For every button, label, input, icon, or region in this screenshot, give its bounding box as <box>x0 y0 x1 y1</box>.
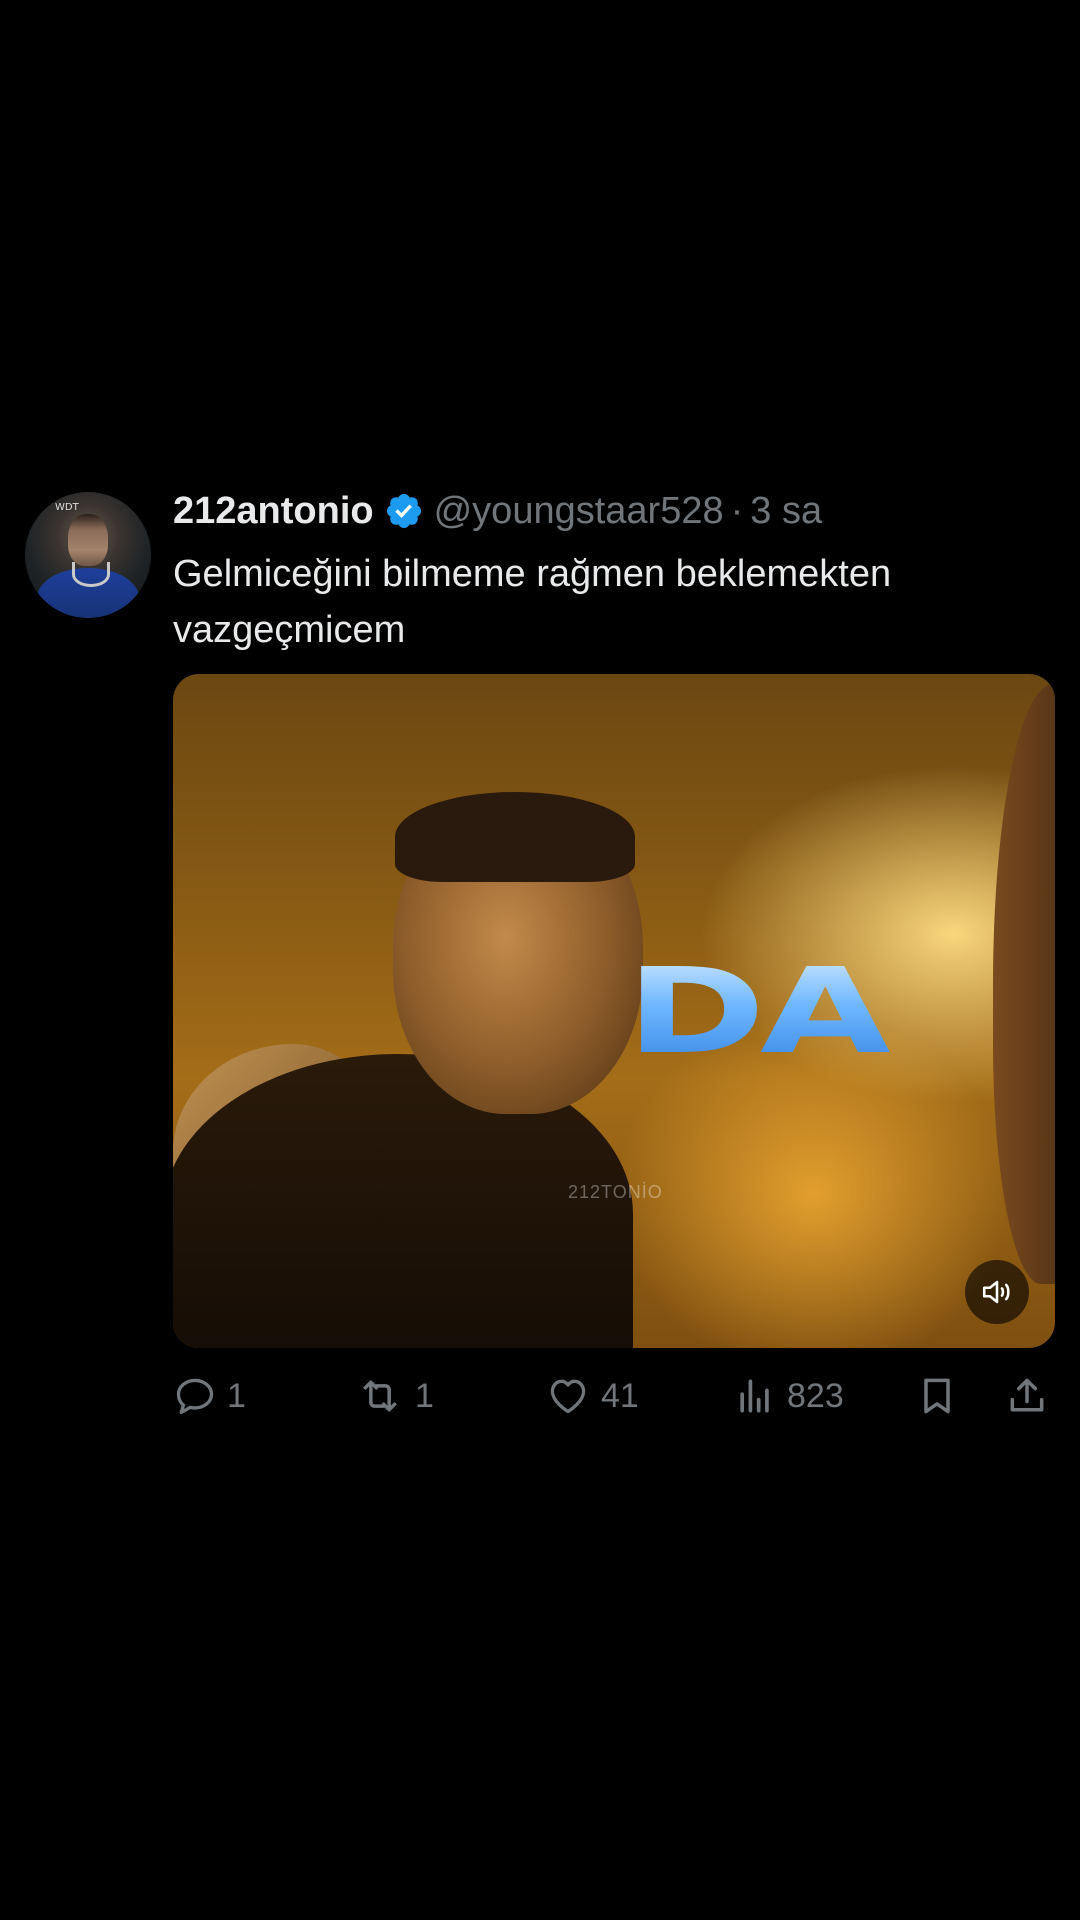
avatar[interactable]: WDT <box>25 492 151 618</box>
like-button[interactable]: 41 <box>545 1368 639 1424</box>
tweet-actions: 1 1 41 823 <box>173 1368 1055 1424</box>
reply-icon <box>176 1378 214 1415</box>
bookmark-icon <box>924 1378 950 1414</box>
video-player[interactable]: DA 212TONİO <box>173 674 1055 1348</box>
analytics-icon <box>740 1379 769 1413</box>
avatar-head <box>68 514 108 566</box>
handle[interactable]: @youngstaar528 <box>434 490 724 533</box>
share-button[interactable] <box>1005 1368 1049 1424</box>
retweet-button[interactable]: 1 <box>355 1368 434 1424</box>
display-name[interactable]: 212antonio <box>173 490 374 533</box>
svg-text:DA: DA <box>626 943 890 1080</box>
tweet-header: 212antonio @youngstaar528 · 3 sa <box>173 488 822 534</box>
avatar-logo: WDT <box>55 502 79 513</box>
verified-badge-icon <box>384 491 424 531</box>
retweet-count: 1 <box>415 1376 434 1415</box>
bookmark-button[interactable] <box>915 1368 959 1424</box>
speaker-icon <box>982 1280 1010 1304</box>
video-watermark: 212TONİO <box>568 1182 663 1202</box>
like-count: 41 <box>601 1376 639 1415</box>
heart-icon <box>550 1379 586 1414</box>
reply-button[interactable]: 1 <box>173 1368 246 1424</box>
retweet-icon <box>363 1380 397 1412</box>
reply-count: 1 <box>227 1376 246 1415</box>
share-icon <box>1010 1378 1044 1412</box>
tweet-text: Gelmiceğini bilmeme rağmen beklemekten v… <box>173 553 892 651</box>
views-count: 823 <box>787 1376 844 1415</box>
video-overlay-caption: DA <box>626 943 896 1080</box>
avatar-chain <box>72 562 110 587</box>
views-button[interactable]: 823 <box>733 1368 844 1424</box>
separator-dot: · <box>730 489 744 532</box>
unmute-button[interactable] <box>965 1260 1029 1324</box>
timestamp[interactable]: 3 sa <box>750 490 822 533</box>
